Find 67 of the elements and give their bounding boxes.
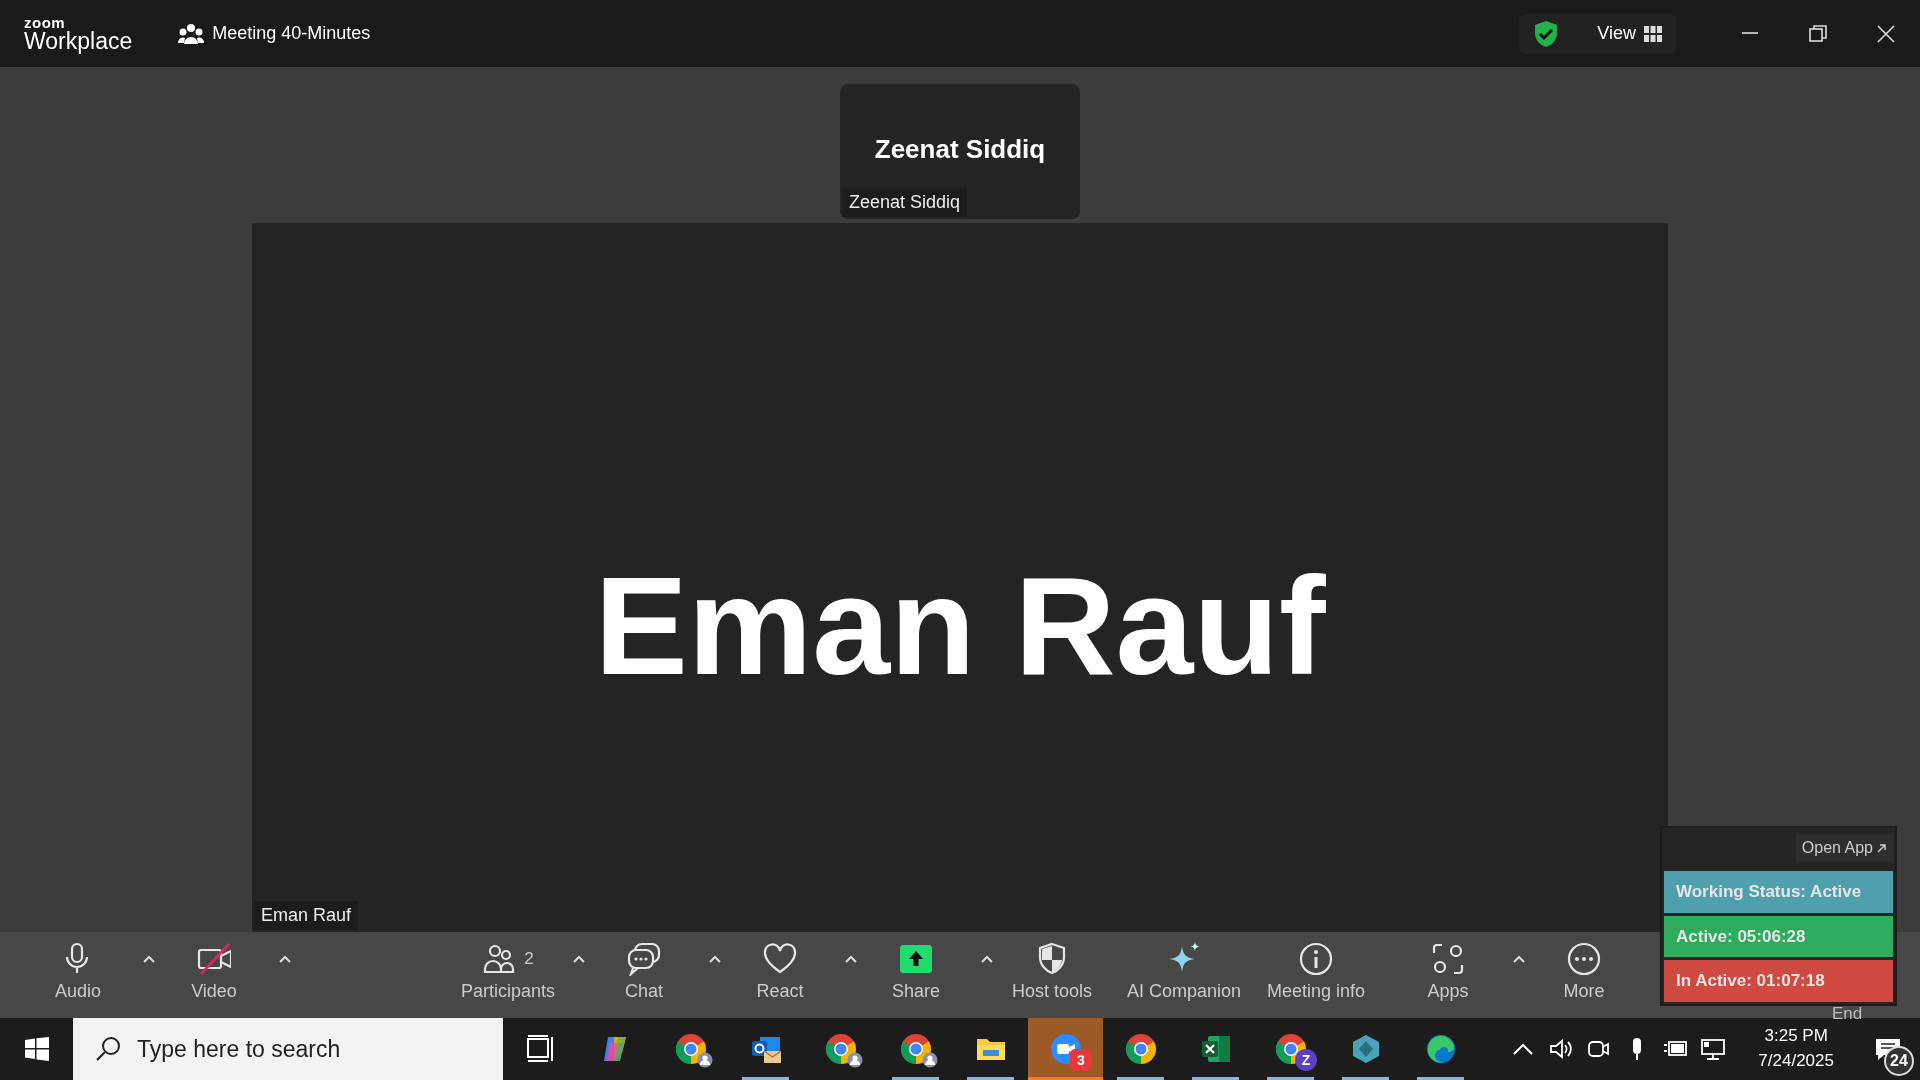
network-icon[interactable] — [1700, 1036, 1727, 1062]
caret-icon — [845, 954, 857, 963]
caret-icon — [1513, 954, 1525, 963]
clock-time[interactable]: 3:25 PM — [1758, 1024, 1834, 1049]
profile-badge-icon — [847, 1052, 863, 1068]
shield-check-icon — [1533, 19, 1560, 48]
share-screen-icon — [899, 942, 933, 976]
chat-icon — [627, 942, 661, 976]
status-row: Active: 05:06:28 — [1664, 915, 1893, 957]
logo-text: zoom — [24, 14, 67, 30]
profile-badge-icon — [922, 1052, 938, 1068]
info-button[interactable]: Meeting info — [1256, 932, 1376, 1018]
close-icon[interactable] — [1876, 23, 1896, 44]
more-button[interactable]: More — [1524, 932, 1644, 1018]
participants-button[interactable]: 2 Participants — [448, 932, 568, 1018]
notifications-button[interactable]: 24 — [1864, 1018, 1912, 1080]
end-button[interactable]: End — [1827, 1006, 1867, 1022]
info-icon — [1299, 942, 1333, 976]
host-button[interactable]: Host tools — [992, 932, 1112, 1018]
restore-icon[interactable] — [1808, 23, 1828, 44]
caret-icon — [981, 954, 993, 963]
chrome-icon — [674, 1033, 707, 1065]
search-box[interactable]: Type here to search — [73, 1018, 503, 1080]
taskbar-app-button[interactable]: 3 — [1028, 1018, 1103, 1080]
heart-icon — [763, 942, 797, 976]
caret-icon — [279, 954, 291, 963]
apps-icon — [1431, 942, 1465, 976]
search-icon — [95, 1036, 121, 1062]
chrome-icon — [824, 1033, 857, 1065]
search-field[interactable]: Type here to search — [135, 1030, 495, 1068]
audio-button[interactable]: Audio — [18, 932, 138, 1018]
caret-icon — [573, 954, 585, 963]
speaker-icon[interactable] — [1548, 1036, 1575, 1062]
notification-count: 24 — [1884, 1046, 1914, 1076]
caret-icon — [143, 954, 155, 963]
people-icon — [482, 942, 517, 976]
video-button[interactable]: Video — [154, 932, 274, 1018]
clock-date[interactable]: 7/24/2025 — [1758, 1049, 1834, 1074]
windows-icon[interactable] — [24, 1037, 49, 1061]
chat-button[interactable]: Chat — [584, 932, 704, 1018]
spreadsheet-icon — [1199, 1033, 1232, 1065]
notification-badge: 3 — [1070, 1049, 1092, 1071]
taskbar-app-button[interactable]: Z — [1253, 1018, 1328, 1080]
chrome-icon — [899, 1033, 932, 1065]
profile-badge: Z — [1295, 1049, 1317, 1071]
meeting-title: Meeting 40-Minutes — [212, 22, 371, 45]
status-row: In Active: 01:07:18 — [1664, 960, 1893, 1002]
participant-name: Eman Rauf — [594, 545, 1326, 706]
share-button[interactable]: Share — [856, 932, 976, 1018]
arrow-icon — [1877, 843, 1887, 853]
ai-button[interactable]: AI Companion — [1124, 932, 1244, 1018]
name-label: Zeenat Siddiq — [842, 188, 968, 217]
logo-text: Workplace — [24, 29, 133, 53]
participant-count: 2 — [524, 948, 534, 971]
participants-icon — [178, 22, 205, 45]
edge-icon — [1424, 1033, 1457, 1065]
grid-icon — [1644, 25, 1662, 42]
chrome-icon — [1124, 1033, 1157, 1065]
apps-button[interactable]: Apps — [1388, 932, 1508, 1018]
participant-name: Zeenat Siddiq — [874, 133, 1046, 166]
react-button[interactable]: React — [720, 932, 840, 1018]
caret-icon — [709, 954, 721, 963]
status-row: Working Status: Active — [1664, 871, 1893, 913]
name-label: Eman Rauf — [254, 901, 359, 930]
open-app-button[interactable]: Open App — [1795, 834, 1893, 862]
profile-badge-icon — [697, 1052, 713, 1068]
more-icon — [1567, 942, 1601, 976]
